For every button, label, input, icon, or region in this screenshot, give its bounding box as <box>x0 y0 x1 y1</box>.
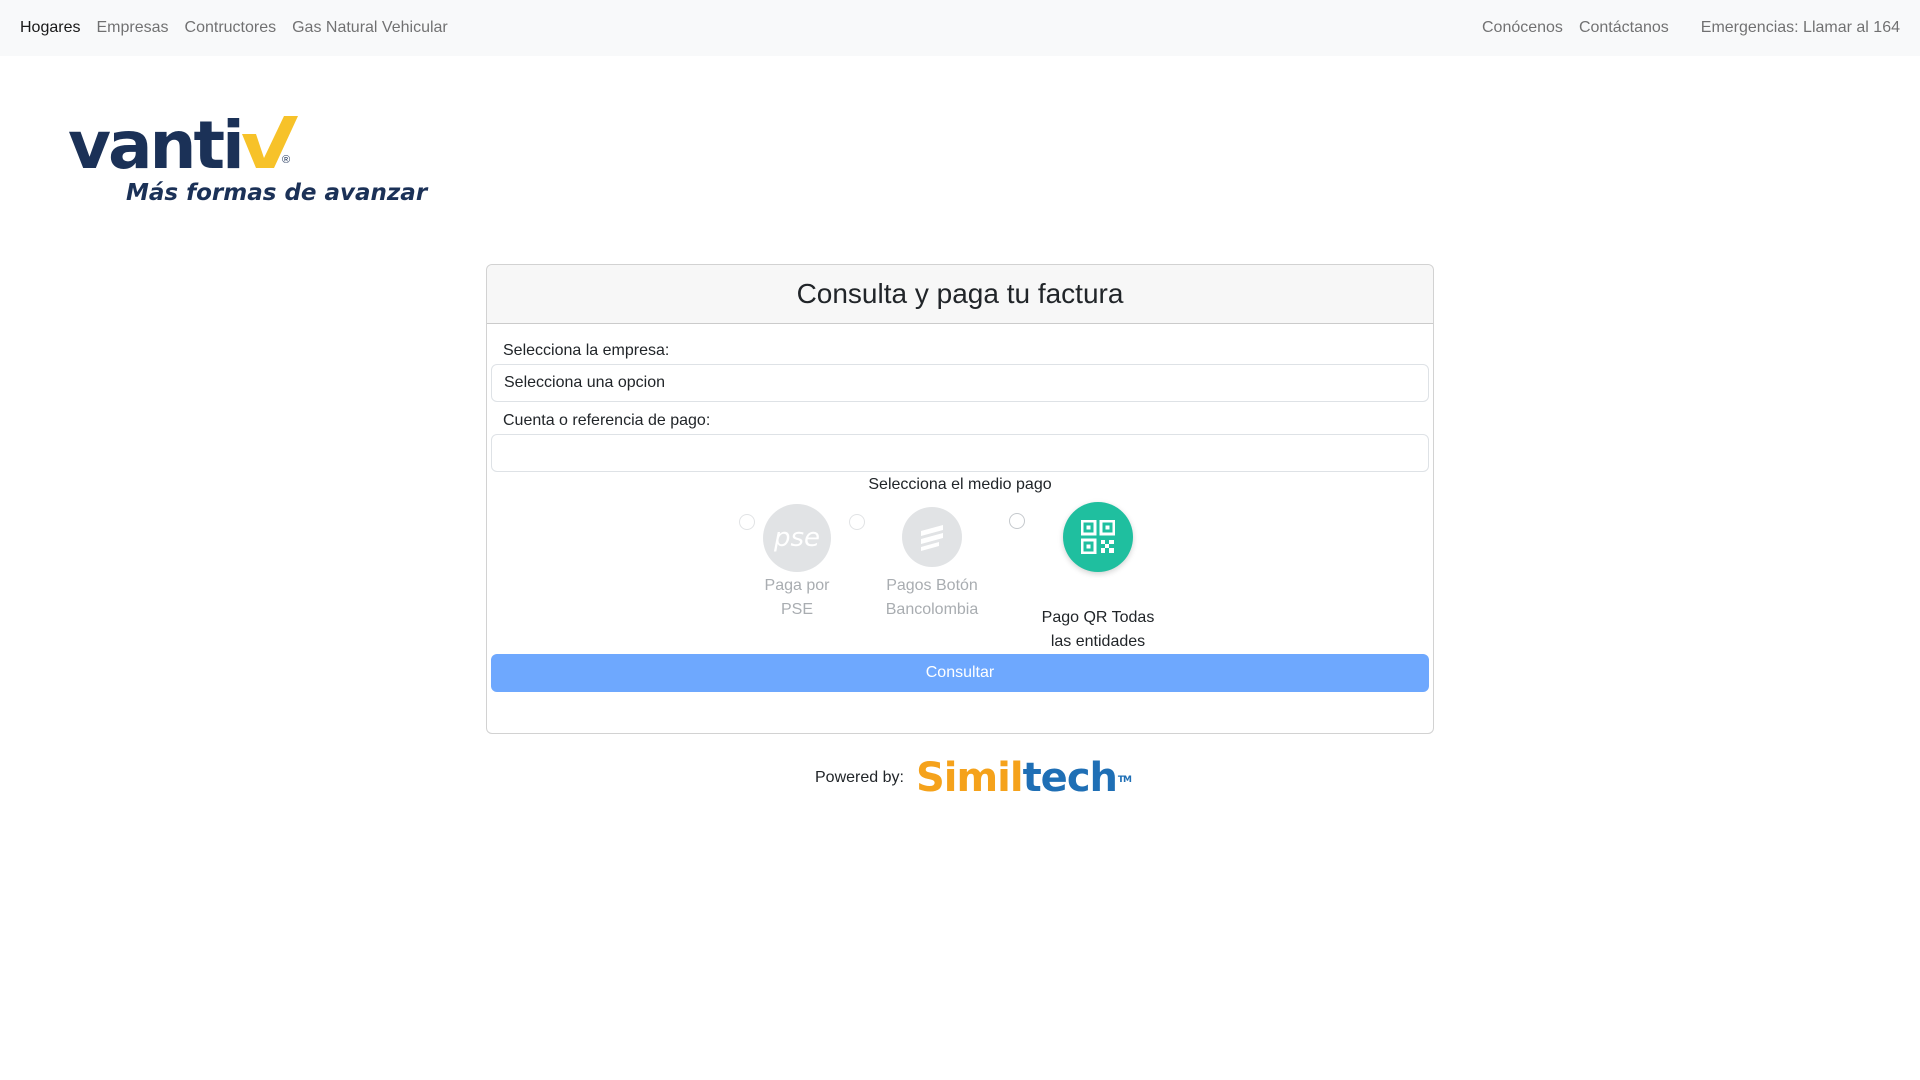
pse-label-line2: PSE <box>780 601 813 618</box>
empresa-select[interactable]: Selecciona una opcion <box>491 364 1429 402</box>
nav-link-hogares[interactable]: Hogares <box>20 19 80 37</box>
consultar-button[interactable]: Consultar <box>491 654 1429 692</box>
referencia-label: Cuenta o referencia de pago: <box>503 412 711 429</box>
powered-by: Powered by: Similtech TM <box>815 755 1132 801</box>
qr-code-icon[interactable] <box>1063 502 1133 572</box>
card-header: Consulta y paga tu factura <box>487 265 1433 324</box>
nav-link-empresas[interactable]: Empresas <box>96 19 168 37</box>
radio-pse[interactable] <box>739 514 755 530</box>
top-navbar: Hogares Empresas Contructores Gas Natura… <box>0 0 1920 56</box>
pse-icon[interactable]: pse <box>763 504 831 572</box>
nav-link-conocenos[interactable]: Conócenos <box>1482 19 1563 37</box>
logo-registered-mark: ® <box>282 154 291 166</box>
radio-qr[interactable] <box>1009 513 1025 529</box>
payment-card: Consulta y paga tu factura Selecciona la… <box>486 264 1434 734</box>
bancolombia-label-line1: Pagos Botón <box>886 577 978 594</box>
vanti-logo[interactable]: vanti ® Más formas de avanzar <box>68 107 427 220</box>
card-title: Consulta y paga tu factura <box>796 278 1124 309</box>
qr-glyph-icon <box>1081 520 1115 554</box>
empresa-label: Selecciona la empresa: <box>503 342 670 359</box>
powered-by-label: Powered by: <box>815 769 904 786</box>
pse-label: Paga por PSE <box>737 574 857 622</box>
bancolombia-label-line2: Bancolombia <box>885 601 979 618</box>
logo-wordmark: vanti <box>68 107 245 184</box>
logo-tagline: Más formas de avanzar <box>126 180 428 206</box>
similtech-logo[interactable]: Similtech TM <box>915 755 1132 801</box>
medio-pago-label: Selecciona el medio pago <box>868 476 1052 493</box>
nav-link-gas-natural-vehicular[interactable]: Gas Natural Vehicular <box>292 19 448 37</box>
bancolombia-stripes-icon <box>921 525 943 551</box>
referencia-input[interactable] <box>491 434 1429 472</box>
similtech-trademark: TM <box>1117 775 1132 785</box>
pse-label-line1: Paga por <box>764 577 830 594</box>
qr-label: Pago QR Todas las entidades <box>1033 606 1163 654</box>
radio-bancolombia[interactable] <box>849 514 865 530</box>
similtech-logo-part1: Simil <box>915 755 1024 801</box>
bancolombia-icon[interactable] <box>902 507 962 567</box>
nav-link-contructores[interactable]: Contructores <box>185 19 277 37</box>
similtech-logo-part2: tech <box>1022 755 1118 801</box>
qr-label-line2: las entidades <box>1050 633 1146 650</box>
qr-label-line1: Pago QR Todas <box>1041 609 1155 626</box>
bancolombia-label: Pagos Botón Bancolombia <box>867 574 997 622</box>
nav-link-emergencias[interactable]: Emergencias: Llamar al 164 <box>1701 19 1900 37</box>
nav-link-contactanos[interactable]: Contáctanos <box>1579 19 1669 37</box>
nav-right-group: Conócenos Contáctanos Emergencias: Llama… <box>1482 19 1900 37</box>
nav-left-group: Hogares Empresas Contructores Gas Natura… <box>20 19 464 37</box>
